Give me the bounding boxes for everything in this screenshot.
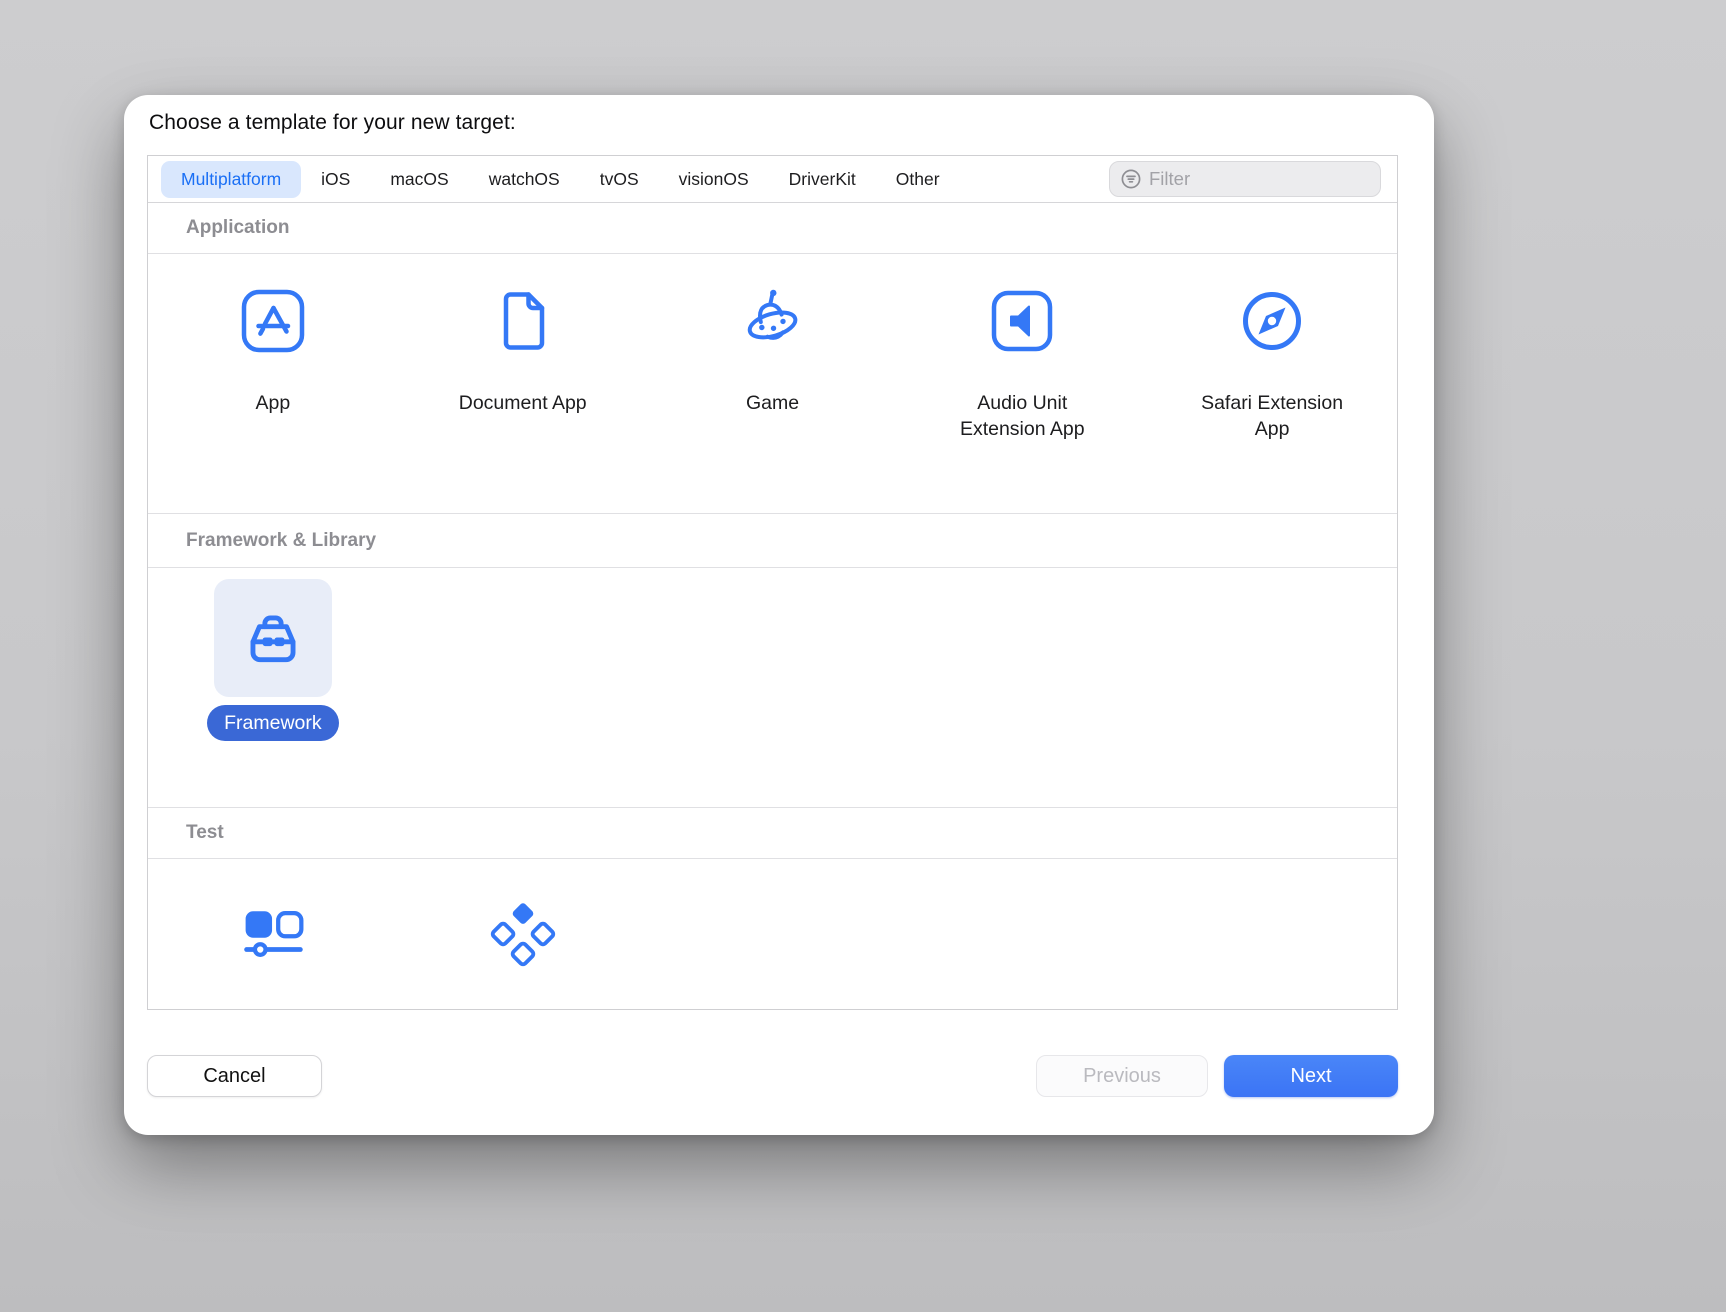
template-ui-testing-bundle[interactable] (148, 859, 398, 1011)
application-templates-row: App Document App (148, 254, 1397, 514)
section-header-framework-library: Framework & Library (148, 514, 1397, 568)
ui-testing-icon (239, 899, 307, 967)
section-header-application: Application (148, 203, 1397, 254)
framework-toolbox-icon (234, 599, 312, 677)
template-label: App (256, 390, 291, 416)
tab-macos[interactable]: macOS (370, 161, 468, 198)
template-label: Game (746, 390, 799, 416)
new-target-dialog: Choose a template for your new target: M… (124, 95, 1434, 1135)
tab-driverkit[interactable]: DriverKit (769, 161, 876, 198)
filter-icon (1120, 168, 1142, 190)
tab-multiplatform[interactable]: Multiplatform (161, 161, 301, 198)
tab-visionos[interactable]: visionOS (659, 161, 769, 198)
template-framework-selected[interactable]: Framework (148, 568, 398, 807)
tab-tvos[interactable]: tvOS (580, 161, 659, 198)
unit-testing-icon (488, 899, 558, 969)
next-button[interactable]: Next (1224, 1055, 1398, 1097)
template-label: Safari Extension App (1186, 390, 1358, 442)
template-label: Audio Unit Extension App (936, 390, 1108, 442)
platform-tabbar: Multiplatform iOS macOS watchOS tvOS vis… (148, 156, 1397, 203)
previous-button[interactable]: Previous (1036, 1055, 1208, 1097)
template-audio-unit-extension-app[interactable]: Audio Unit Extension App (897, 254, 1147, 513)
template-document-app[interactable]: Document App (398, 254, 648, 513)
template-label: Document App (459, 390, 587, 416)
cancel-button[interactable]: Cancel (147, 1055, 322, 1097)
tab-other[interactable]: Other (876, 161, 960, 198)
section-header-test: Test (148, 808, 1397, 859)
template-game[interactable]: Game (648, 254, 898, 513)
tab-ios[interactable]: iOS (301, 161, 370, 198)
audio-unit-icon (986, 285, 1058, 357)
test-templates-row (148, 859, 1397, 1011)
filter-placeholder: Filter (1149, 168, 1190, 190)
tab-watchos[interactable]: watchOS (469, 161, 580, 198)
template-safari-extension-app[interactable]: Safari Extension App (1147, 254, 1397, 513)
selected-template-name-badge: Framework (207, 705, 339, 741)
document-icon (487, 285, 559, 357)
framework-templates-row: Framework (148, 568, 1397, 808)
selected-template-tile (214, 579, 332, 697)
template-chooser: Multiplatform iOS macOS watchOS tvOS vis… (147, 155, 1398, 1010)
dialog-title: Choose a template for your new target: (149, 111, 516, 135)
template-unit-testing-bundle[interactable] (398, 859, 648, 1011)
template-app[interactable]: App (148, 254, 398, 513)
game-ufo-icon (736, 285, 808, 357)
safari-compass-icon (1236, 285, 1308, 357)
app-store-icon (237, 285, 309, 357)
filter-field[interactable]: Filter (1109, 161, 1381, 197)
